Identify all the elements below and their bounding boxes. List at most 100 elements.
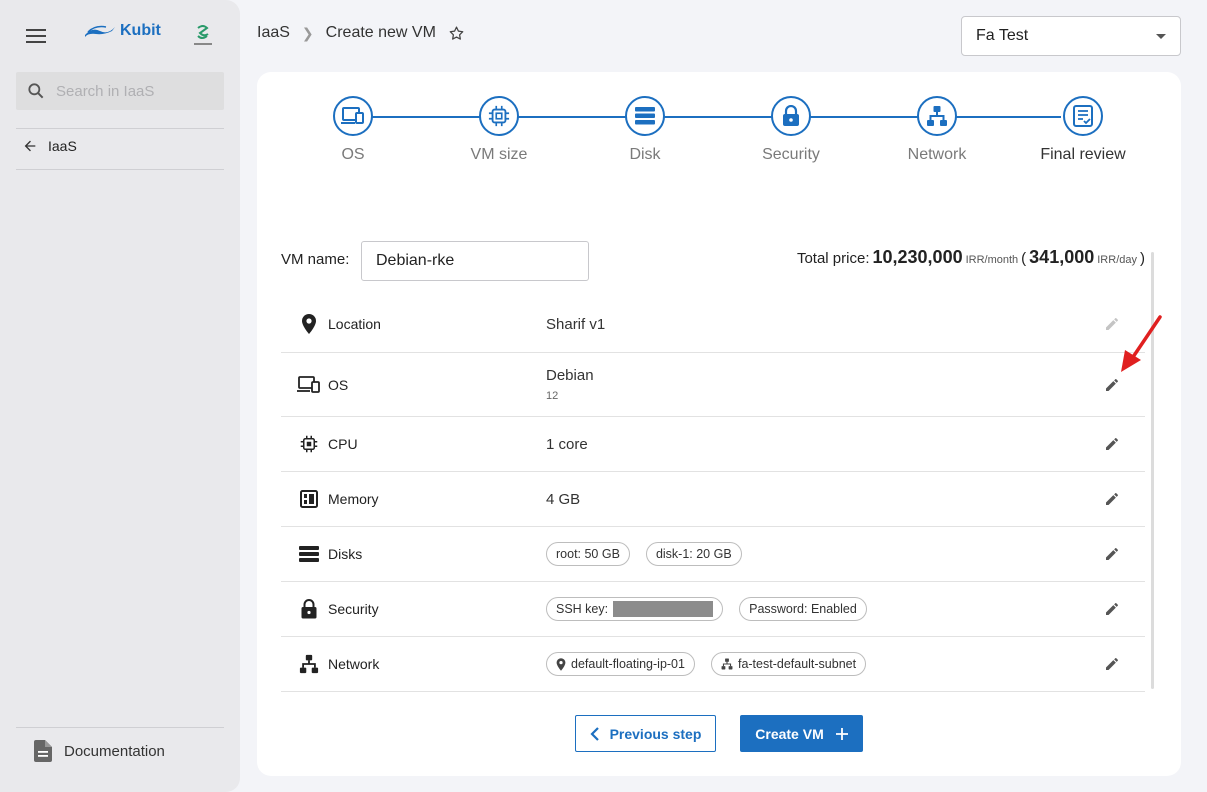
total-price-label: Total price:: [796, 250, 870, 267]
row-name: OS: [328, 376, 349, 393]
breadcrumb-root[interactable]: IaaS: [257, 24, 290, 42]
ssh-key-label: SSH key:: [556, 602, 609, 616]
edit-pencil-icon[interactable]: [1101, 598, 1123, 620]
redacted-ssh-key: [613, 601, 714, 617]
search-icon: [28, 83, 44, 99]
disk-chip: disk-1: 20 GB: [645, 542, 742, 566]
edit-pencil-icon[interactable]: [1101, 433, 1123, 455]
edit-pencil-icon[interactable]: [1101, 653, 1123, 675]
create-vm-card: OS VM size Disk Security Network Final r…: [257, 72, 1181, 776]
sidebar: Kubit IaaS Documentation: [0, 0, 240, 792]
step-security[interactable]: Security: [721, 96, 861, 164]
row-value: Debian 12: [546, 367, 594, 402]
disk-icon: [625, 96, 665, 136]
step-disk[interactable]: Disk: [575, 96, 715, 164]
floating-ip-label: default-floating-ip-01: [571, 657, 685, 671]
edit-pencil-icon[interactable]: [1101, 488, 1123, 510]
breadcrumb-current: Create new VM: [325, 24, 436, 41]
annotation-arrow-icon: [1121, 315, 1162, 372]
row-value: 1 core: [546, 435, 588, 453]
step-final-review[interactable]: Final review: [1013, 96, 1153, 164]
network-icon: [721, 658, 733, 670]
floating-ip-chip: default-floating-ip-01: [546, 652, 695, 676]
laptop-icon: [333, 96, 373, 136]
password-chip: Password: Enabled: [739, 597, 867, 621]
subnet-chip: fa-test-default-subnet: [710, 652, 867, 676]
search-box[interactable]: [16, 72, 224, 110]
row-value: Sharif v1: [546, 315, 606, 333]
wave-logo-icon: [85, 25, 115, 37]
step-vm-size[interactable]: VM size: [429, 96, 569, 164]
laptop-icon: [297, 373, 321, 397]
project-select[interactable]: Fa Test: [961, 16, 1181, 56]
step-label: Network: [907, 146, 967, 163]
plus-icon: [835, 727, 848, 740]
lock-icon: [771, 96, 811, 136]
kubit-logo[interactable]: Kubit: [84, 22, 161, 40]
network-icon: [297, 652, 321, 676]
location-pin-icon: [556, 657, 566, 671]
project-value: Fa Test: [976, 27, 1029, 44]
row-name: CPU: [328, 436, 358, 452]
location-pin-icon: [297, 312, 321, 336]
table-row: OS Debian 12: [281, 353, 1145, 417]
create-vm-label: Create VM: [755, 725, 824, 742]
table-row: Location Sharif v1: [281, 296, 1145, 353]
daily-unit: IRR/day: [1097, 254, 1137, 266]
os-version: 12: [546, 390, 559, 402]
row-name: Memory: [328, 491, 379, 507]
edit-pencil-icon[interactable]: [1101, 543, 1123, 565]
step-label: VM size: [470, 146, 528, 163]
row-name: Security: [328, 601, 379, 617]
menu-icon[interactable]: [24, 24, 48, 48]
row-value: default-floating-ip-01 fa-test-default-s…: [546, 652, 867, 676]
stepper: OS VM size Disk Security Network Final r…: [317, 96, 1126, 166]
search-input[interactable]: [56, 82, 206, 100]
table-row: Network default-floating-ip-01 fa-test-d…: [281, 637, 1145, 692]
daily-price: 341,000: [1029, 247, 1095, 267]
back-label: IaaS: [48, 138, 77, 154]
partner-logo-icon: [190, 24, 216, 48]
disk-chip: root: 50 GB: [546, 542, 630, 566]
memory-icon: [297, 487, 321, 511]
disk-icon: [297, 542, 321, 566]
sidebar-divider: [16, 169, 224, 170]
arrow-left-icon: [24, 140, 36, 152]
document-icon: [34, 740, 52, 762]
ssh-key-chip: SSH key:: [546, 597, 724, 621]
previous-step-label: Previous step: [609, 725, 702, 742]
previous-step-button[interactable]: Previous step: [575, 715, 716, 752]
step-label: Security: [762, 146, 820, 163]
sidebar-divider: [16, 727, 224, 728]
row-name: Network: [328, 656, 380, 672]
paren-close: ): [1140, 250, 1145, 267]
row-value: root: 50 GB disk-1: 20 GB: [546, 542, 742, 566]
vm-name-label: VM name:: [281, 251, 350, 268]
step-network[interactable]: Network: [867, 96, 1007, 164]
step-os[interactable]: OS: [283, 96, 423, 164]
star-icon[interactable]: [448, 25, 465, 42]
table-row: Memory 4 GB: [281, 472, 1145, 527]
monthly-price: 10,230,000: [872, 247, 963, 267]
row-value: SSH key: Password: Enabled: [546, 597, 867, 621]
total-price: Total price: 10,230,000 IRR/month (341,0…: [797, 247, 1145, 268]
brand-name: Kubit: [120, 22, 161, 39]
paren-open: (: [1021, 250, 1027, 267]
table-row: Disks root: 50 GB disk-1: 20 GB: [281, 527, 1145, 582]
os-name: Debian: [546, 367, 594, 384]
subnet-label: fa-test-default-subnet: [737, 657, 857, 671]
network-icon: [917, 96, 957, 136]
lock-icon: [297, 597, 321, 621]
table-row: CPU 1 core: [281, 417, 1145, 472]
documentation-label: Documentation: [64, 742, 165, 760]
chevron-right-icon: ❯: [301, 24, 314, 41]
step-label: Disk: [629, 146, 661, 163]
back-to-iaas-link[interactable]: IaaS: [22, 138, 77, 154]
step-label: OS: [341, 146, 365, 163]
vm-name-input[interactable]: [361, 241, 589, 281]
caret-down-icon: [1156, 33, 1166, 39]
chip-icon: [297, 432, 321, 456]
documentation-link[interactable]: Documentation: [34, 740, 165, 762]
create-vm-button[interactable]: Create VM: [740, 715, 863, 752]
chevron-left-icon: [590, 726, 599, 741]
